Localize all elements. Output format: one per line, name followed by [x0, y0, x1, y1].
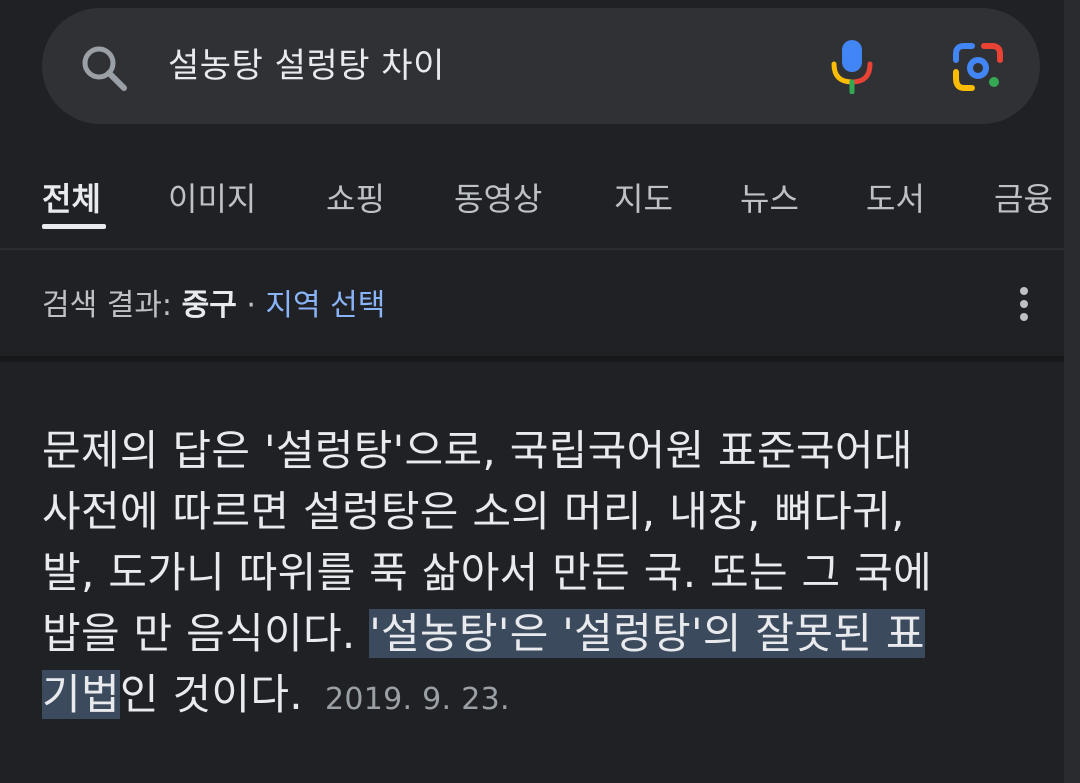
snippet-text: 밥을 만 음식이다. [42, 609, 370, 658]
snippet-line: 사전에 따르면 설렁탕은 소의 머리, 내장, 뼈다귀, [42, 487, 905, 536]
snippet-line: 발, 도가니 따위를 푹 삶아서 만든 국. 또는 그 국에 [42, 548, 933, 597]
snippet-line: 밥을 만 음식이다. '설농탕'은 '설렁탕'의 잘못된 표 [42, 603, 1042, 664]
tab-images[interactable]: 이미지 [168, 174, 256, 220]
google-lens-icon[interactable] [950, 40, 1006, 98]
select-region-link[interactable]: 지역 선택 [265, 288, 385, 323]
search-tabs: 전체 이미지 쇼핑 동영상 지도 뉴스 도서 금융 [0, 150, 1080, 248]
tab-videos[interactable]: 동영상 [454, 174, 542, 220]
more-options-icon[interactable] [1014, 286, 1034, 326]
tab-books[interactable]: 도서 [866, 174, 925, 220]
scroll-edge [1064, 0, 1080, 783]
divider [0, 248, 1080, 250]
snippet-date: 2019. 9. 23. [324, 682, 510, 717]
tab-maps[interactable]: 지도 [614, 174, 673, 220]
location-separator: · [236, 288, 266, 323]
search-icon[interactable] [80, 44, 130, 98]
search-input[interactable]: 설농탕 설렁탕 차이 [168, 38, 445, 87]
snippet-text: 인 것이다. [119, 670, 303, 719]
microphone-icon[interactable] [830, 38, 874, 98]
tab-shopping[interactable]: 쇼핑 [326, 174, 385, 220]
highlighted-answer: '설농탕'은 '설렁탕'의 잘못된 표 [369, 609, 925, 658]
active-tab-indicator [42, 224, 106, 229]
location-prefix: 검색 결과: [42, 288, 182, 323]
location-name: 중구 [181, 288, 237, 323]
highlighted-answer: 기법 [42, 670, 120, 719]
tab-news[interactable]: 뉴스 [740, 174, 799, 220]
featured-snippet-text: 문제의 답은 '설렁탕'으로, 국립국어원 표준국어대 사전에 따르면 설렁탕은… [42, 420, 1042, 730]
location-bar: 검색 결과: 중구 · 지역 선택 [42, 280, 385, 324]
tab-finance[interactable]: 금융 [994, 174, 1053, 220]
tab-all[interactable]: 전체 [42, 174, 101, 220]
snippet-line: 기법인 것이다. 2019. 9. 23. [42, 664, 1042, 730]
snippet-line: 문제의 답은 '설렁탕'으로, 국립국어원 표준국어대 [42, 426, 913, 475]
